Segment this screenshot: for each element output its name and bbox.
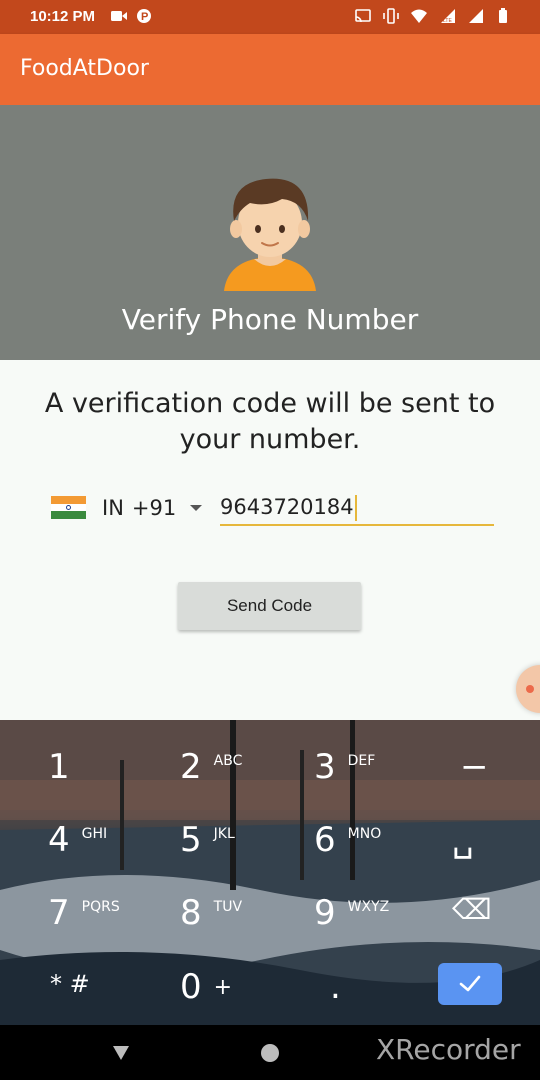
space-key[interactable]: ␣ <box>452 820 474 860</box>
home-icon[interactable] <box>260 1043 280 1063</box>
cast-icon <box>355 9 371 23</box>
key-6[interactable]: 6 MNO <box>314 820 381 860</box>
key-8[interactable]: 8 TUV <box>180 893 242 933</box>
key-5[interactable]: 5 JKL <box>180 820 235 860</box>
status-time: 10:12 PM <box>30 8 96 25</box>
page-title: Verify Phone Number <box>121 303 419 336</box>
backspace-key[interactable]: ⌫ <box>452 893 492 926</box>
key-3[interactable]: 3 DEF <box>314 747 375 787</box>
back-icon[interactable] <box>111 1044 131 1062</box>
india-flag-icon[interactable] <box>51 496 86 520</box>
app-title: FoodAtDoor <box>20 56 149 81</box>
battery-icon <box>499 8 507 23</box>
key-7[interactable]: 7 PQRS <box>48 893 120 933</box>
svg-text:P: P <box>141 11 148 23</box>
verification-form: A verification code will be sent to your… <box>0 360 540 720</box>
svg-text:LTE: LTE <box>443 18 452 24</box>
country-code-picker[interactable]: IN +91 <box>102 496 203 520</box>
send-code-button[interactable]: Send Code <box>178 582 361 630</box>
check-icon <box>459 975 481 992</box>
info-text: A verification code will be sent to your… <box>44 388 496 455</box>
key-4[interactable]: 4 GHI <box>48 820 107 860</box>
numeric-keyboard: 1 2 ABC 3 DEF − 4 GHI 5 JKL 6 MNO ␣ 7 PQ… <box>0 720 540 1025</box>
key-9[interactable]: 9 WXYZ <box>314 893 389 933</box>
verify-header: Verify Phone Number <box>0 105 540 360</box>
recorder-watermark: XRecorder <box>376 1033 521 1066</box>
vibrate-icon <box>383 8 399 24</box>
key-0[interactable]: 0 + <box>180 967 232 1007</box>
symbols-key[interactable]: * # <box>50 970 90 998</box>
phone-number-input[interactable]: 9643720184 <box>220 492 494 526</box>
user-avatar-icon <box>224 178 316 291</box>
done-button[interactable] <box>438 963 502 1005</box>
floating-recorder-bubble[interactable] <box>516 665 540 713</box>
text-cursor <box>354 495 357 521</box>
country-code: IN <box>102 496 124 520</box>
chevron-down-icon <box>190 505 203 511</box>
minus-icon: − <box>460 747 489 787</box>
video-recording-icon <box>111 11 127 21</box>
navigation-bar: XRecorder <box>0 1025 540 1080</box>
key-2[interactable]: 2 ABC <box>180 747 242 787</box>
space-icon: ␣ <box>452 820 474 860</box>
key-1[interactable]: 1 <box>48 747 70 787</box>
wifi-icon <box>411 9 427 23</box>
dial-code: +91 <box>131 496 177 520</box>
lte-signal-icon: LTE <box>441 9 455 24</box>
status-bar: 10:12 PM P LTE <box>0 0 540 34</box>
backspace-icon: ⌫ <box>452 893 492 926</box>
minus-key[interactable]: − <box>460 747 489 787</box>
phone-number-value: 9643720184 <box>220 495 354 519</box>
period-key[interactable]: . <box>330 967 341 1007</box>
signal-icon <box>469 9 483 23</box>
app-bar: FoodAtDoor <box>0 34 540 105</box>
parking-app-icon: P <box>137 9 151 23</box>
